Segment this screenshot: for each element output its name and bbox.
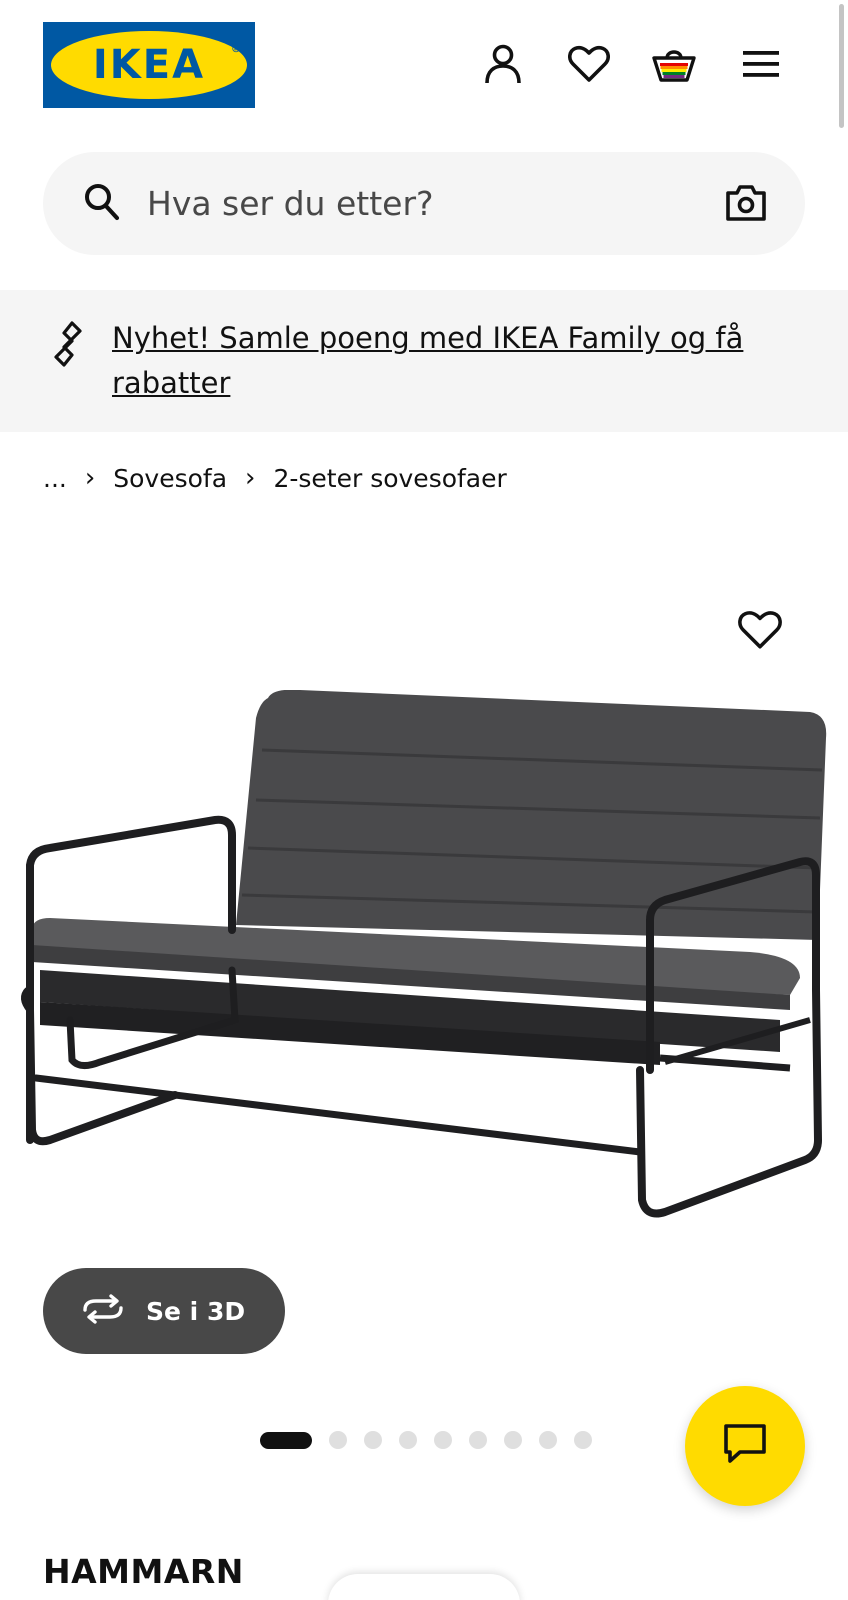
family-banner: Nyhet! Samle poeng med IKEA Family og få… bbox=[0, 290, 848, 432]
chevron-right-icon: › bbox=[245, 463, 256, 493]
scrollbar[interactable] bbox=[839, 4, 844, 128]
family-banner-link[interactable]: Nyhet! Samle poeng med IKEA Family og få… bbox=[112, 316, 792, 406]
site-header: IKEA ® bbox=[0, 0, 848, 130]
carousel-dot[interactable] bbox=[539, 1431, 557, 1449]
carousel-dot[interactable] bbox=[329, 1431, 347, 1449]
menu-icon[interactable] bbox=[737, 40, 785, 88]
logo-text: IKEA bbox=[92, 42, 206, 88]
carousel-dot[interactable] bbox=[364, 1431, 382, 1449]
breadcrumb-item-2-seter[interactable]: 2-seter sovesofaer bbox=[273, 464, 506, 493]
chat-button[interactable] bbox=[685, 1386, 805, 1506]
carousel-dot[interactable] bbox=[504, 1431, 522, 1449]
shopping-bag-icon[interactable] bbox=[650, 40, 698, 88]
search-bar[interactable]: Hva ser du etter? bbox=[43, 152, 805, 255]
breadcrumb-item-sovesofa[interactable]: Sovesofa bbox=[113, 464, 227, 493]
carousel-dot[interactable] bbox=[434, 1431, 452, 1449]
floating-pill[interactable] bbox=[328, 1574, 520, 1600]
logo-registered-mark: ® bbox=[231, 44, 241, 55]
carousel-dot[interactable] bbox=[469, 1431, 487, 1449]
carousel-dot-active[interactable] bbox=[260, 1431, 312, 1449]
carousel-dot[interactable] bbox=[574, 1431, 592, 1449]
user-icon[interactable] bbox=[479, 40, 527, 88]
breadcrumb-ellipsis[interactable]: ... bbox=[43, 464, 67, 493]
carousel-dot[interactable] bbox=[399, 1431, 417, 1449]
ikea-logo[interactable]: IKEA ® bbox=[43, 22, 255, 108]
breadcrumb: ... › Sovesofa › 2-seter sovesofaer bbox=[43, 460, 507, 496]
heart-icon[interactable] bbox=[565, 40, 613, 88]
see-in-3d-label: Se i 3D bbox=[146, 1296, 246, 1326]
rotate-3d-icon bbox=[80, 1294, 126, 1328]
search-icon[interactable] bbox=[83, 182, 121, 226]
chat-icon bbox=[723, 1423, 767, 1469]
camera-icon[interactable] bbox=[725, 184, 767, 226]
product-image[interactable] bbox=[10, 689, 840, 1250]
ikea-family-icon bbox=[50, 320, 86, 372]
chevron-right-icon: › bbox=[84, 463, 96, 493]
see-in-3d-button[interactable]: Se i 3D bbox=[43, 1268, 285, 1354]
add-to-favourites-button[interactable] bbox=[738, 610, 788, 658]
product-name: HAMMARN bbox=[43, 1552, 244, 1591]
image-carousel-indicator bbox=[260, 1430, 592, 1450]
search-input[interactable]: Hva ser du etter? bbox=[147, 152, 434, 255]
heart-icon bbox=[738, 611, 782, 654]
